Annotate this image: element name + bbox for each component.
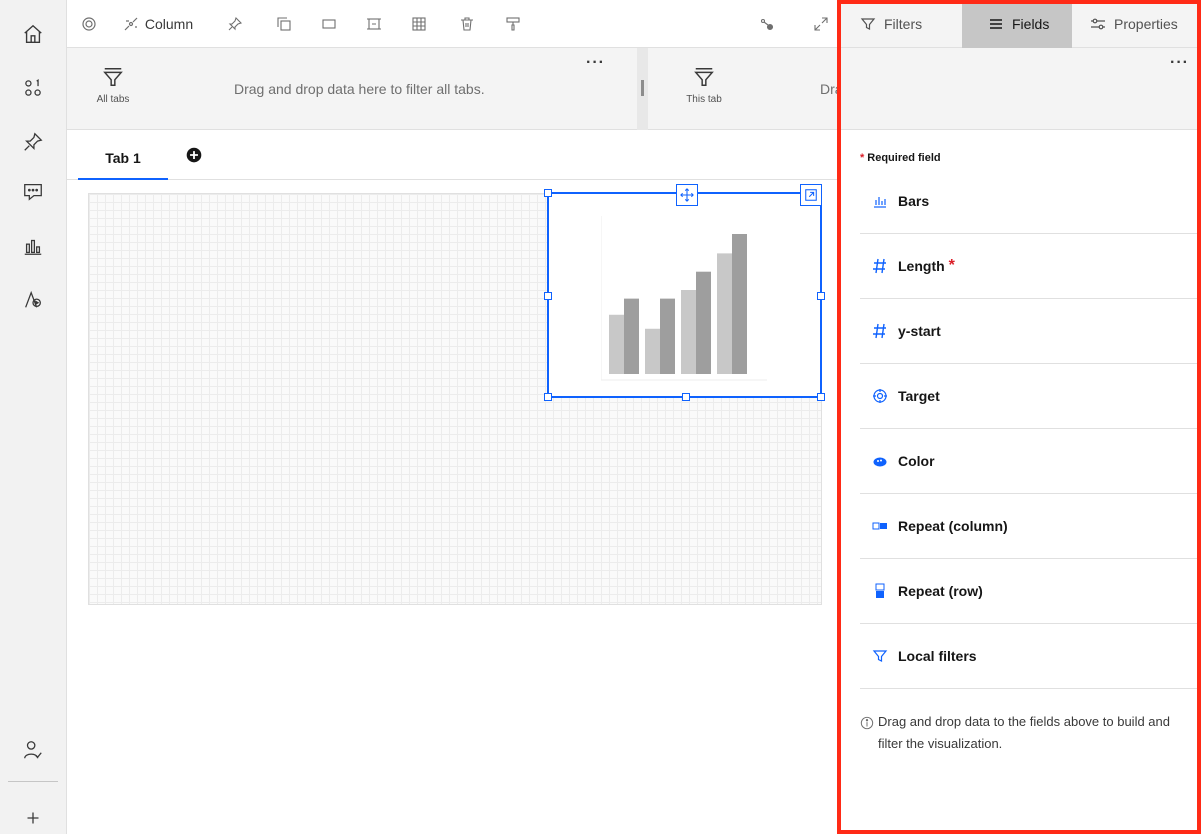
resize-handle[interactable]	[641, 80, 644, 96]
all-tabs-filter: All tabs	[93, 66, 133, 105]
frame-icon[interactable]	[317, 0, 341, 48]
required-field-note: * Required field	[860, 152, 941, 164]
comment-icon[interactable]	[0, 168, 66, 216]
hash-icon	[866, 323, 894, 339]
visualization-widget[interactable]	[544, 184, 825, 401]
chart-bar	[732, 234, 747, 374]
field-bars[interactable]: Bars	[860, 169, 1201, 234]
chart-preview	[601, 216, 767, 386]
home-icon[interactable]	[0, 10, 66, 58]
filter-icon	[860, 18, 876, 30]
move-icon[interactable]	[676, 184, 698, 206]
pin-toolbar-icon[interactable]	[223, 0, 247, 48]
tab-bar: Tab 1	[67, 130, 839, 180]
tab-filters-label: Filters	[884, 16, 923, 32]
field-local-filters-label: Local filters	[898, 648, 977, 664]
assistant-icon[interactable]	[0, 276, 66, 324]
filter-icon	[694, 68, 714, 86]
properties-panel: Filters Fields Properties ··· * Required …	[839, 0, 1201, 834]
required-asterisk: *	[948, 257, 955, 274]
tab-fields[interactable]: Fields	[962, 0, 1072, 48]
tab-1[interactable]: Tab 1	[78, 146, 168, 180]
connections-icon[interactable]	[755, 0, 779, 48]
this-tab-more-button[interactable]: ···	[1170, 54, 1189, 72]
field-y-start-label: y-start	[898, 323, 941, 339]
palette-icon	[866, 453, 894, 469]
delete-icon[interactable]	[455, 0, 479, 48]
field-bars-label: Bars	[898, 193, 930, 209]
table-icon[interactable]	[407, 0, 431, 48]
field-local-filters[interactable]: Local filters	[860, 624, 1201, 689]
settings-icon[interactable]	[77, 0, 101, 48]
pin-icon[interactable]	[0, 118, 66, 166]
chart-bar	[624, 298, 639, 374]
resize-handle-s[interactable]	[682, 393, 690, 401]
chart-bar	[645, 328, 660, 374]
resize-handle-w[interactable]	[544, 292, 552, 300]
toolbar: Column	[67, 0, 839, 48]
visualization-type-label: Column	[144, 16, 194, 32]
left-rail	[0, 0, 67, 834]
maximize-icon[interactable]	[800, 184, 822, 206]
rail-divider	[8, 781, 58, 782]
bar-chart-icon	[866, 193, 894, 209]
tab-properties-label: Properties	[1114, 16, 1178, 32]
this-tab-label: This tab	[686, 94, 722, 105]
field-repeat-row[interactable]: Repeat (row)	[860, 559, 1201, 624]
info-icon	[860, 716, 874, 730]
tab-properties[interactable]: Properties	[1072, 0, 1201, 48]
field-repeat-row-label: Repeat (row)	[898, 583, 983, 599]
chart-bar	[696, 271, 711, 374]
resize-handle-e[interactable]	[817, 292, 825, 300]
field-color-label: Color	[898, 453, 935, 469]
resize-handle-se[interactable]	[817, 393, 825, 401]
repeat-row-icon	[866, 583, 894, 599]
panel-tabs: Filters Fields Properties	[840, 0, 1201, 48]
visualization-type-icon	[124, 17, 138, 31]
hash-icon	[866, 258, 894, 274]
field-target-label: Target	[898, 388, 940, 404]
field-target[interactable]: Target	[860, 364, 1201, 429]
info-text: Drag and drop data to the fields above t…	[878, 714, 1170, 751]
sliders-icon	[1091, 18, 1105, 30]
tab-fields-label: Fields	[1012, 16, 1050, 32]
resize-handle-nw[interactable]	[544, 189, 552, 197]
resize-handle-sw[interactable]	[544, 393, 552, 401]
user-check-icon[interactable]	[0, 726, 66, 774]
required-field-text: Required field	[867, 152, 941, 164]
field-length-label: Length	[898, 258, 945, 274]
fit-icon[interactable]	[362, 0, 386, 48]
duplicate-icon[interactable]	[272, 0, 296, 48]
field-repeat-column[interactable]: Repeat (column)	[860, 494, 1201, 559]
expand-icon[interactable]	[809, 0, 833, 48]
this-tab-filter: This tab	[684, 66, 724, 105]
change-visualization-button[interactable]: Column	[113, 0, 203, 48]
data-sources-icon[interactable]	[0, 64, 66, 112]
format-painter-icon[interactable]	[501, 0, 525, 48]
filter-icon	[866, 648, 894, 664]
filter-icon	[103, 68, 123, 86]
all-tabs-hint: Drag and drop data here to filter all ta…	[234, 81, 485, 97]
add-tab-icon[interactable]	[185, 146, 203, 164]
repeat-column-icon	[866, 518, 894, 534]
panel-filter-area: ···	[840, 48, 1201, 130]
field-repeat-column-label: Repeat (column)	[898, 518, 1008, 534]
chart-bar	[609, 314, 624, 374]
field-y-start[interactable]: y-start	[860, 299, 1201, 364]
add-icon[interactable]	[0, 794, 66, 834]
fields-icon	[990, 19, 1002, 29]
tab-filters[interactable]: Filters	[840, 0, 962, 48]
field-color[interactable]: Color	[860, 429, 1201, 494]
visualizations-icon[interactable]	[0, 222, 66, 270]
field-length[interactable]: Length *	[860, 234, 1201, 299]
chart-bar	[660, 298, 675, 374]
all-tabs-more-button[interactable]: ···	[586, 54, 605, 72]
this-tab-filter-area[interactable]: This tab Drag and drop data here to filt…	[648, 48, 839, 130]
all-tabs-filter-area[interactable]: All tabs Drag and drop data here to filt…	[67, 48, 637, 130]
chart-bar	[681, 290, 696, 374]
this-tab-hint-start: Drag and drop data here to filter this t…	[820, 81, 839, 97]
target-icon	[866, 388, 894, 404]
all-tabs-label: All tabs	[96, 94, 130, 105]
chart-bar	[717, 253, 732, 374]
